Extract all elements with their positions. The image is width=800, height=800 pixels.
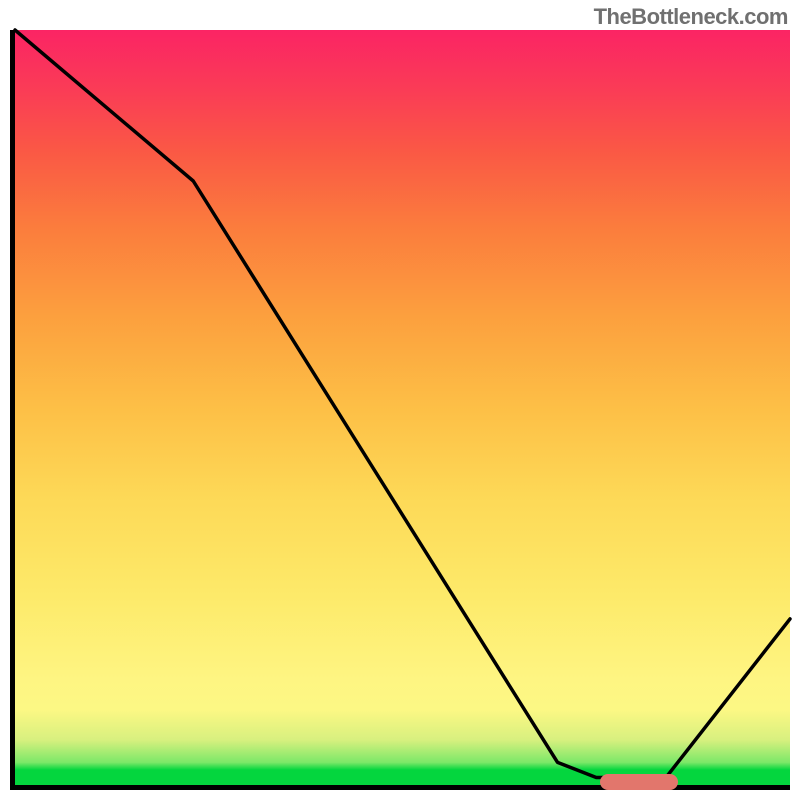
optimal-range-marker bbox=[600, 774, 678, 790]
watermark-text: TheBottleneck.com bbox=[594, 4, 788, 30]
bottleneck-curve-path bbox=[15, 30, 790, 777]
bottleneck-curve-svg bbox=[15, 30, 790, 785]
chart-frame bbox=[10, 30, 790, 790]
